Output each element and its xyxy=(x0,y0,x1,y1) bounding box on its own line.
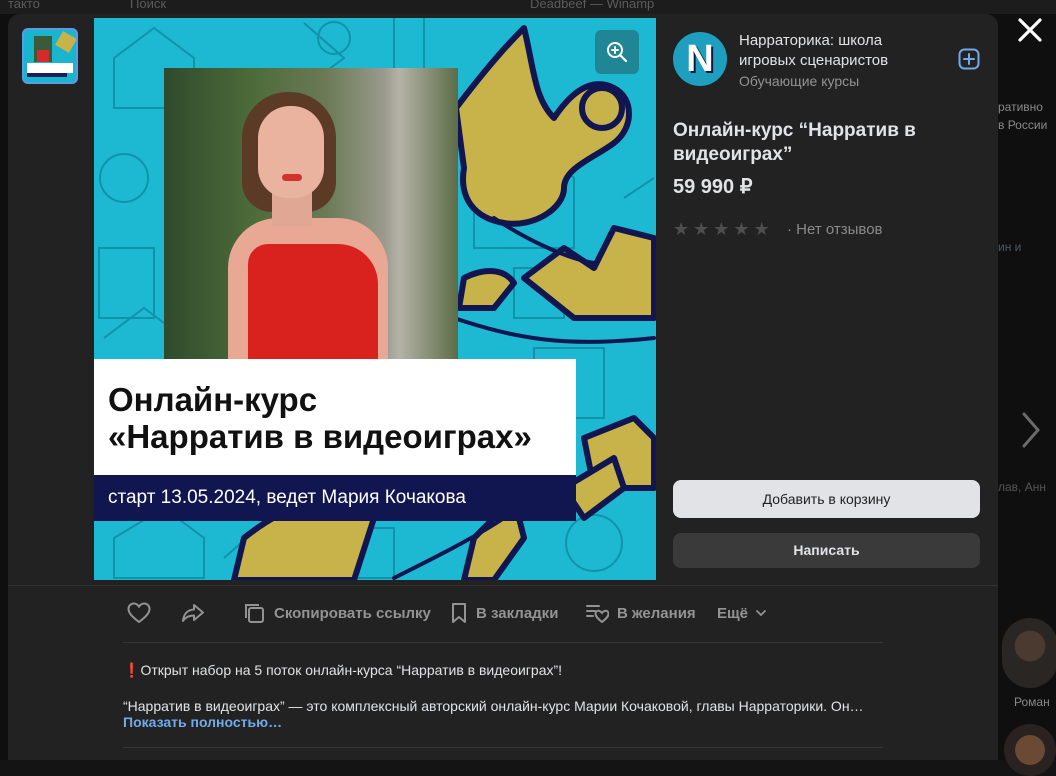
description-line-1-text: Открыт набор на 5 поток онлайн-курса “На… xyxy=(140,662,563,678)
star-icon: ★ xyxy=(733,219,750,239)
background-logo-text: такто xyxy=(8,0,40,11)
thumbnail-dress xyxy=(37,50,49,62)
add-square-icon[interactable] xyxy=(958,48,980,70)
photo-lips xyxy=(282,174,302,181)
more-actions-label: Ещё xyxy=(717,604,749,622)
wishlist-button[interactable]: В желания xyxy=(585,598,696,628)
star-icon: ★ xyxy=(693,219,710,239)
background-topbar: такто Поиск Deadbeef — Winamp xyxy=(0,0,1056,14)
bookmark-label: В закладки xyxy=(476,604,559,622)
description-line-2: “Нарратив в видеоиграх” — это комплексны… xyxy=(123,698,864,714)
rating-stars: ★ ★ ★ ★ ★ xyxy=(673,219,770,239)
thumbnail-bird xyxy=(55,31,76,53)
close-icon xyxy=(1018,18,1042,42)
seller-avatar[interactable]: N xyxy=(673,32,727,86)
star-icon: ★ xyxy=(713,219,730,239)
star-icon: ★ xyxy=(673,219,690,239)
more-actions-button[interactable]: Ещё xyxy=(717,598,766,628)
write-message-button[interactable]: Написать xyxy=(673,533,980,568)
background-player-text: Deadbeef — Winamp xyxy=(530,0,655,11)
show-more-link[interactable]: Показать полностью… xyxy=(123,714,282,730)
description-line-1: ❗Открыт набор на 5 поток онлайн-курса “Н… xyxy=(123,662,562,679)
wishlist-label: В желания xyxy=(617,604,696,622)
image-title-text: Онлайн-курс «Нарратив в видеоиграх» xyxy=(108,381,532,455)
product-image[interactable]: Онлайн-курс «Нарратив в видеоиграх» стар… xyxy=(94,18,656,580)
photo-dress xyxy=(248,244,378,360)
background-snippet: ин и xyxy=(998,240,1022,254)
copy-link-label: Скопировать ссылку xyxy=(274,604,431,622)
thumbnail-title-plate xyxy=(27,63,73,73)
chevron-down-icon xyxy=(756,610,766,617)
background-search-text: Поиск xyxy=(130,0,167,11)
bookmark-button[interactable]: В закладки xyxy=(450,598,558,628)
background-avatar xyxy=(1002,618,1056,688)
chevron-right-icon[interactable] xyxy=(1018,410,1044,450)
zoom-in-icon xyxy=(607,42,628,63)
share-button[interactable] xyxy=(181,598,205,628)
reviews-count[interactable]: · Нет отзывов xyxy=(787,221,883,238)
background-snippet: ративно xyxy=(998,100,1043,114)
seller-avatar-letter: N xyxy=(686,38,714,80)
close-button[interactable] xyxy=(1012,12,1048,48)
heart-icon xyxy=(127,602,151,624)
share-arrow-icon xyxy=(182,604,204,622)
add-to-cart-button[interactable]: Добавить в корзину xyxy=(673,480,980,518)
background-snippet: лав, Анн xyxy=(998,480,1046,494)
star-icon: ★ xyxy=(753,219,770,239)
thumbnail-subtitle-plate xyxy=(27,73,67,77)
seller-name[interactable]: Нарраторика: школа игровых сценаристов xyxy=(739,31,939,71)
bookmark-icon xyxy=(452,603,466,623)
seller-category: Обучающие курсы xyxy=(739,73,860,89)
image-thumbnail[interactable] xyxy=(22,28,78,84)
divider xyxy=(8,585,998,586)
divider xyxy=(123,642,883,643)
image-subtitle-text: старт 13.05.2024, ведет Мария Кочакова xyxy=(108,487,466,508)
background-snippet: в России xyxy=(998,118,1048,132)
action-bar: Скопировать ссылку В закладки В желания … xyxy=(123,598,883,628)
photo-face xyxy=(258,106,324,198)
image-subtitle-plate: старт 13.05.2024, ведет Мария Кочакова xyxy=(94,475,576,521)
divider xyxy=(123,747,883,748)
copy-icon xyxy=(245,604,264,623)
zoom-button[interactable] xyxy=(595,30,639,74)
wishlist-icon xyxy=(586,605,609,624)
instructor-photo xyxy=(164,68,458,360)
like-button[interactable] xyxy=(127,598,151,628)
product-title: Онлайн-курс “Нарратив в видеоиграх” xyxy=(673,120,916,165)
background-person-name: Роман xyxy=(1014,695,1050,709)
exclamation-icon: ❗ xyxy=(123,662,141,678)
product-viewer: Онлайн-курс «Нарратив в видеоиграх» стар… xyxy=(8,14,998,760)
product-price: 59 990 ₽ xyxy=(673,176,753,198)
image-title-plate: Онлайн-курс «Нарратив в видеоиграх» xyxy=(94,359,576,475)
copy-link-button[interactable]: Скопировать ссылку xyxy=(242,598,431,628)
background-avatar xyxy=(1004,724,1056,776)
